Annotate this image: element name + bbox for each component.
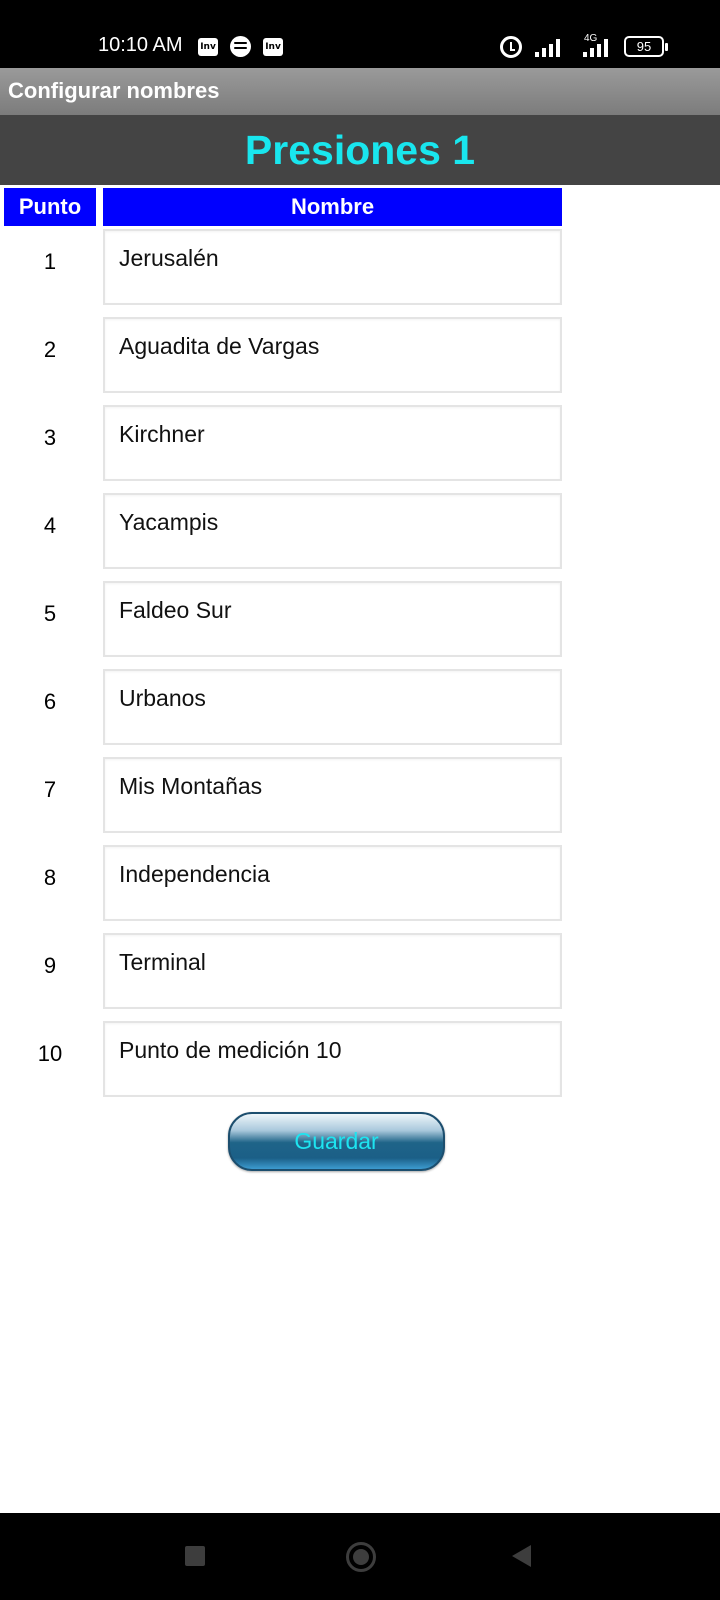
name-input[interactable]	[119, 421, 539, 448]
table-row: 5	[0, 581, 720, 659]
name-input[interactable]	[119, 333, 539, 360]
app-notification-icon: Inv	[198, 38, 218, 56]
row-number: 9	[43, 953, 57, 978]
name-input[interactable]	[119, 1037, 539, 1064]
save-button[interactable]: Guardar	[228, 1112, 445, 1171]
row-number: 5	[43, 601, 57, 626]
name-field[interactable]	[103, 845, 562, 921]
row-number: 3	[43, 425, 57, 450]
table-row: 6	[0, 669, 720, 747]
back-icon[interactable]	[512, 1545, 531, 1567]
table-row: 2	[0, 317, 720, 395]
header-banner: Presiones 1	[0, 115, 720, 185]
signal-icon	[583, 39, 608, 57]
recent-apps-icon[interactable]	[185, 1546, 205, 1566]
status-bar: 10:10 AM Inv Inv 4G 95	[0, 0, 720, 68]
battery-icon: 95	[624, 36, 668, 57]
name-field[interactable]	[103, 229, 562, 305]
row-number: 6	[43, 689, 57, 714]
name-field[interactable]	[103, 933, 562, 1009]
row-number: 2	[43, 337, 57, 362]
name-input[interactable]	[119, 509, 539, 536]
row-number: 4	[43, 513, 57, 538]
table-row: 10	[0, 1021, 720, 1099]
spotify-icon	[230, 36, 251, 57]
name-input[interactable]	[119, 245, 539, 272]
table-row: 9	[0, 933, 720, 1011]
row-number: 10	[37, 1041, 63, 1066]
table-row: 8	[0, 845, 720, 923]
row-number: 8	[43, 865, 57, 890]
table-row: 7	[0, 757, 720, 835]
name-field[interactable]	[103, 405, 562, 481]
name-field[interactable]	[103, 493, 562, 569]
title-bar: Configurar nombres	[0, 68, 720, 115]
status-time: 10:10 AM	[98, 34, 183, 56]
name-input[interactable]	[119, 685, 539, 712]
app-title: Configurar nombres	[8, 78, 220, 103]
name-input[interactable]	[119, 597, 539, 624]
name-input[interactable]	[119, 861, 539, 888]
name-field[interactable]	[103, 669, 562, 745]
app-notification-icon: Inv	[263, 38, 283, 56]
column-header-nombre: Nombre	[103, 188, 562, 226]
signal-icon	[535, 39, 560, 57]
name-field[interactable]	[103, 581, 562, 657]
row-number: 1	[43, 249, 57, 274]
column-header-punto: Punto	[4, 188, 96, 226]
name-field[interactable]	[103, 1021, 562, 1097]
alarm-icon	[500, 36, 522, 58]
home-icon[interactable]	[346, 1542, 376, 1572]
table-row: 1	[0, 229, 720, 307]
page-title: Presiones 1	[244, 127, 476, 173]
name-input[interactable]	[119, 949, 539, 976]
name-field[interactable]	[103, 757, 562, 833]
name-field[interactable]	[103, 317, 562, 393]
table-row: 4	[0, 493, 720, 571]
name-input[interactable]	[119, 773, 539, 800]
table-row: 3	[0, 405, 720, 483]
navigation-bar	[0, 1513, 720, 1600]
row-number: 7	[43, 777, 57, 802]
